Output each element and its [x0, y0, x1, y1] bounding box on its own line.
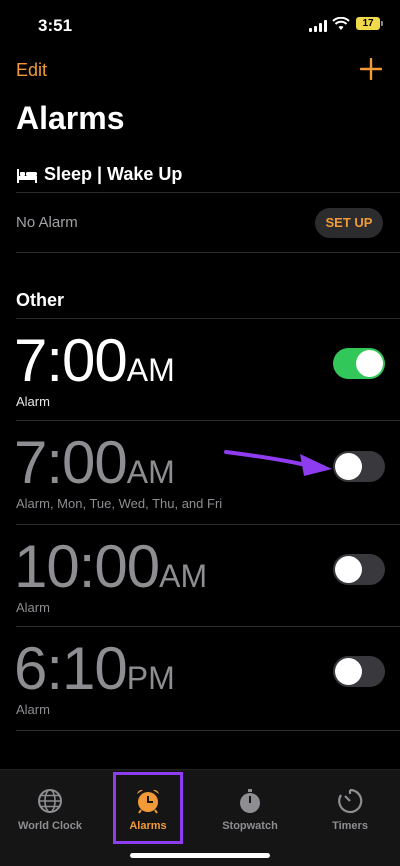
sleep-heading: Sleep | Wake Up — [16, 164, 182, 185]
wifi-icon — [332, 17, 350, 30]
signal-icon — [309, 20, 327, 32]
battery-icon: 17 — [356, 17, 383, 30]
tab-label: Timers — [332, 820, 368, 832]
alarm-label: Alarm — [16, 394, 50, 409]
sleep-status: No Alarm — [16, 214, 78, 231]
alarm-row[interactable]: 10:00AM Alarm — [0, 528, 400, 631]
tab-bar: World Clock Alarms Stopwatch Timers — [0, 769, 400, 866]
status-bar: 3:51 17 — [0, 0, 400, 50]
alarm-toggle[interactable] — [333, 348, 385, 379]
divider — [16, 730, 400, 731]
divider — [16, 626, 400, 627]
page-title: Alarms — [16, 100, 125, 136]
annotation-highlight-box — [113, 772, 183, 844]
divider — [16, 318, 400, 319]
alarm-label: Alarm, Mon, Tue, Wed, Thu, and Fri — [16, 496, 223, 511]
sleep-heading-label: Sleep | Wake Up — [44, 164, 183, 184]
alarm-toggle[interactable] — [333, 554, 385, 585]
annotation-arrow-icon — [224, 450, 332, 476]
alarm-row[interactable]: 7:00AM Alarm, Mon, Tue, Wed, Thu, and Fr… — [0, 424, 400, 527]
divider — [16, 192, 400, 193]
bed-icon — [17, 168, 37, 183]
status-time: 3:51 — [38, 16, 73, 35]
globe-icon — [38, 789, 62, 813]
setup-button[interactable]: SET UP — [315, 208, 383, 238]
tab-world-clock[interactable]: World Clock — [10, 788, 90, 832]
edit-button[interactable]: Edit — [16, 60, 47, 81]
other-heading: Other — [16, 290, 65, 310]
tab-label: World Clock — [18, 820, 82, 832]
tab-timers[interactable]: Timers — [310, 788, 390, 832]
alarm-toggle[interactable] — [333, 451, 385, 482]
alarm-toggle[interactable] — [333, 656, 385, 687]
alarm-label: Alarm — [16, 702, 50, 717]
alarm-row[interactable]: 6:10PM Alarm — [0, 630, 400, 733]
alarm-label: Alarm — [16, 600, 50, 615]
tab-label: Stopwatch — [222, 820, 278, 832]
tab-stopwatch[interactable]: Stopwatch — [210, 788, 290, 832]
divider — [16, 524, 400, 525]
home-indicator — [130, 853, 270, 858]
timer-icon — [338, 788, 363, 814]
alarm-row[interactable]: 7:00AM Alarm — [0, 322, 400, 425]
stopwatch-icon — [240, 789, 260, 813]
divider — [16, 252, 400, 253]
divider — [16, 420, 400, 421]
add-alarm-icon[interactable] — [360, 58, 382, 80]
